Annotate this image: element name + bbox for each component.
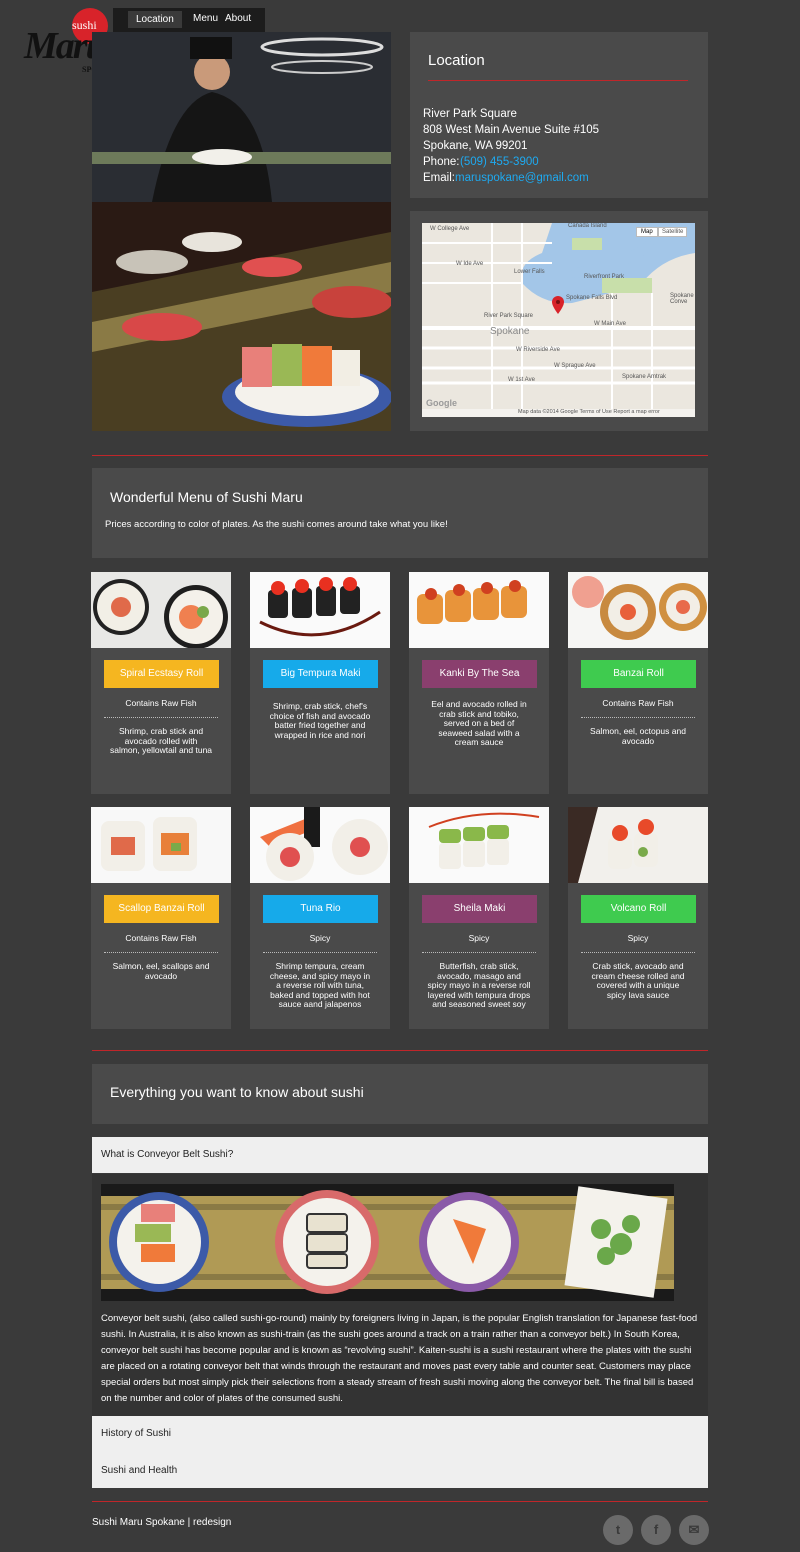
card-divider [581, 952, 695, 953]
menu-item-tag: Contains Raw Fish [125, 933, 197, 943]
menu-item-description: Shrimp, crab stick and avocado rolled wi… [109, 726, 213, 755]
address-line-1: River Park Square [423, 108, 517, 120]
menu-item-description: Butterfish, crab stick, avocado, masago … [427, 961, 531, 1009]
faq-header-panel: Everything you want to know about sushi [92, 1064, 708, 1124]
card-divider [104, 952, 218, 953]
map-label: W Riverside Ave [516, 347, 560, 353]
menu-card[interactable]: Volcano Roll Spicy Crab stick, avocado a… [568, 807, 708, 1029]
phone-link[interactable]: (509) 455-3900 [460, 154, 539, 170]
faq-title: Everything you want to know about sushi [110, 1084, 364, 1100]
faq-item-conveyor[interactable]: What is Conveyor Belt Sushi? [92, 1137, 708, 1173]
card-divider [104, 717, 218, 718]
map-label: Spokane Amtrak [622, 374, 667, 380]
menu-card[interactable]: Tuna Rio Spicy Shrimp tempura, cream che… [250, 807, 390, 1029]
map-label: W Main Ave [594, 321, 626, 327]
map-pin-icon[interactable] [552, 296, 564, 314]
menu-header-panel: Wonderful Menu of Sushi Maru Prices acco… [92, 468, 708, 558]
menu-item-description: Shrimp, crab stick, chef's choice of fis… [269, 701, 371, 740]
menu-item-name: Sheila Maki [422, 895, 537, 923]
sushi-photo [409, 807, 549, 883]
email-label: Email: [423, 172, 455, 184]
section-divider [92, 455, 708, 456]
map-label: W Sprague Ave [554, 363, 596, 369]
nav-menu[interactable]: Menu [193, 13, 218, 24]
menu-card[interactable]: Sheila Maki Spicy Butterfish, crab stick… [409, 807, 549, 1029]
menu-card[interactable]: Kanki By The Sea Eel and avocado rolled … [409, 572, 549, 794]
phone-label: Phone: [423, 156, 460, 168]
nav-about[interactable]: About [225, 13, 251, 24]
menu-card[interactable]: Big Tempura Maki Shrimp, crab stick, che… [250, 572, 390, 794]
menu-title: Wonderful Menu of Sushi Maru [110, 489, 303, 505]
sushi-photo [91, 572, 231, 648]
menu-item-name: Big Tempura Maki [263, 660, 378, 688]
location-title: Location [428, 52, 485, 69]
map-label: Riverfront Park [584, 274, 625, 280]
map-label: W College Ave [430, 226, 470, 232]
map-label: W 1st Ave [508, 377, 535, 383]
map-label: River Park Square [484, 313, 534, 319]
address-line-3: Spokane, WA 99201 [423, 140, 528, 152]
menu-item-name: Spiral Ecstasy Roll [104, 660, 219, 688]
menu-item-name: Kanki By The Sea [422, 660, 537, 688]
map-city-label: Spokane [490, 326, 530, 337]
satellite-type-button[interactable]: Satellite [658, 227, 688, 237]
sushi-photo [250, 572, 390, 648]
menu-item-description: Crab stick, avocado and cream cheese rol… [591, 961, 685, 1000]
map-label: Spokane Conve [670, 293, 694, 305]
menu-item-tag: Spicy [627, 933, 649, 943]
email-icon[interactable]: ✉ [679, 1515, 709, 1545]
conveyor-photo [101, 1184, 674, 1301]
footer-text: Sushi Maru Spokane | redesign [92, 1517, 232, 1528]
location-map[interactable]: Map Satellite W College Ave Canada Islan… [422, 223, 695, 417]
hero-photo [92, 32, 391, 431]
map-label: W Ide Ave [456, 261, 484, 267]
faq-answer-panel: Conveyor belt sushi, (also called sushi-… [92, 1174, 708, 1416]
main-nav: Location Menu About [113, 8, 265, 32]
map-label: Canada Island [568, 223, 607, 229]
sushi-photo [568, 807, 708, 883]
location-divider [428, 80, 688, 81]
menu-item-tag: Spicy [468, 933, 490, 943]
sushi-photo [409, 572, 549, 648]
menu-item-tag: Spicy [309, 933, 331, 943]
menu-card[interactable]: Banzai Roll Contains Raw Fish Salmon, ee… [568, 572, 708, 794]
card-divider [422, 952, 536, 953]
menu-item-tag: Contains Raw Fish [125, 698, 197, 708]
faq-item-history[interactable]: History of Sushi [92, 1416, 708, 1452]
map-label: Spokane Falls Blvd [566, 295, 618, 301]
menu-subtitle: Prices according to color of plates. As … [105, 519, 448, 530]
menu-item-description: Shrimp tempura, cream cheese, and spicy … [269, 961, 371, 1009]
faq-item-health[interactable]: Sushi and Health [92, 1452, 708, 1488]
map-label: Lower Falls [514, 269, 545, 275]
menu-item-description: Salmon, eel, octopus and avocado [590, 726, 686, 746]
map-panel: Map Satellite W College Ave Canada Islan… [410, 211, 708, 431]
location-panel: Location River Park Square 808 West Main… [410, 32, 708, 198]
menu-item-name: Scallop Banzai Roll [104, 895, 219, 923]
menu-item-description: Eel and avocado rolled in crab stick and… [431, 699, 527, 747]
nav-location[interactable]: Location [128, 11, 182, 28]
email-link[interactable]: maruspokane@gmail.com [455, 170, 589, 186]
sushi-photo [568, 572, 708, 648]
menu-item-tag: Contains Raw Fish [602, 698, 674, 708]
map-footer[interactable]: Map data ©2014 Google Terms of Use Repor… [518, 409, 660, 415]
card-divider [581, 717, 695, 718]
twitter-icon[interactable]: t [603, 1515, 633, 1545]
facebook-icon[interactable]: f [641, 1515, 671, 1545]
menu-item-name: Volcano Roll [581, 895, 696, 923]
address-line-2: 808 West Main Avenue Suite #105 [423, 124, 600, 136]
card-divider [263, 952, 377, 953]
faq-answer-text: Conveyor belt sushi, (also called sushi-… [101, 1313, 698, 1404]
menu-item-name: Banzai Roll [581, 660, 696, 688]
menu-card[interactable]: Scallop Banzai Roll Contains Raw Fish Sa… [91, 807, 231, 1029]
menu-item-name: Tuna Rio [263, 895, 378, 923]
sushi-photo [91, 807, 231, 883]
map-type-button[interactable]: Map [636, 227, 658, 237]
section-divider [92, 1050, 708, 1051]
sushi-photo [250, 807, 390, 883]
google-logo: Google [426, 398, 457, 408]
footer-divider [92, 1501, 708, 1502]
menu-item-description: Salmon, eel, scallops and avocado [112, 961, 210, 981]
menu-card[interactable]: Spiral Ecstasy Roll Contains Raw Fish Sh… [91, 572, 231, 794]
